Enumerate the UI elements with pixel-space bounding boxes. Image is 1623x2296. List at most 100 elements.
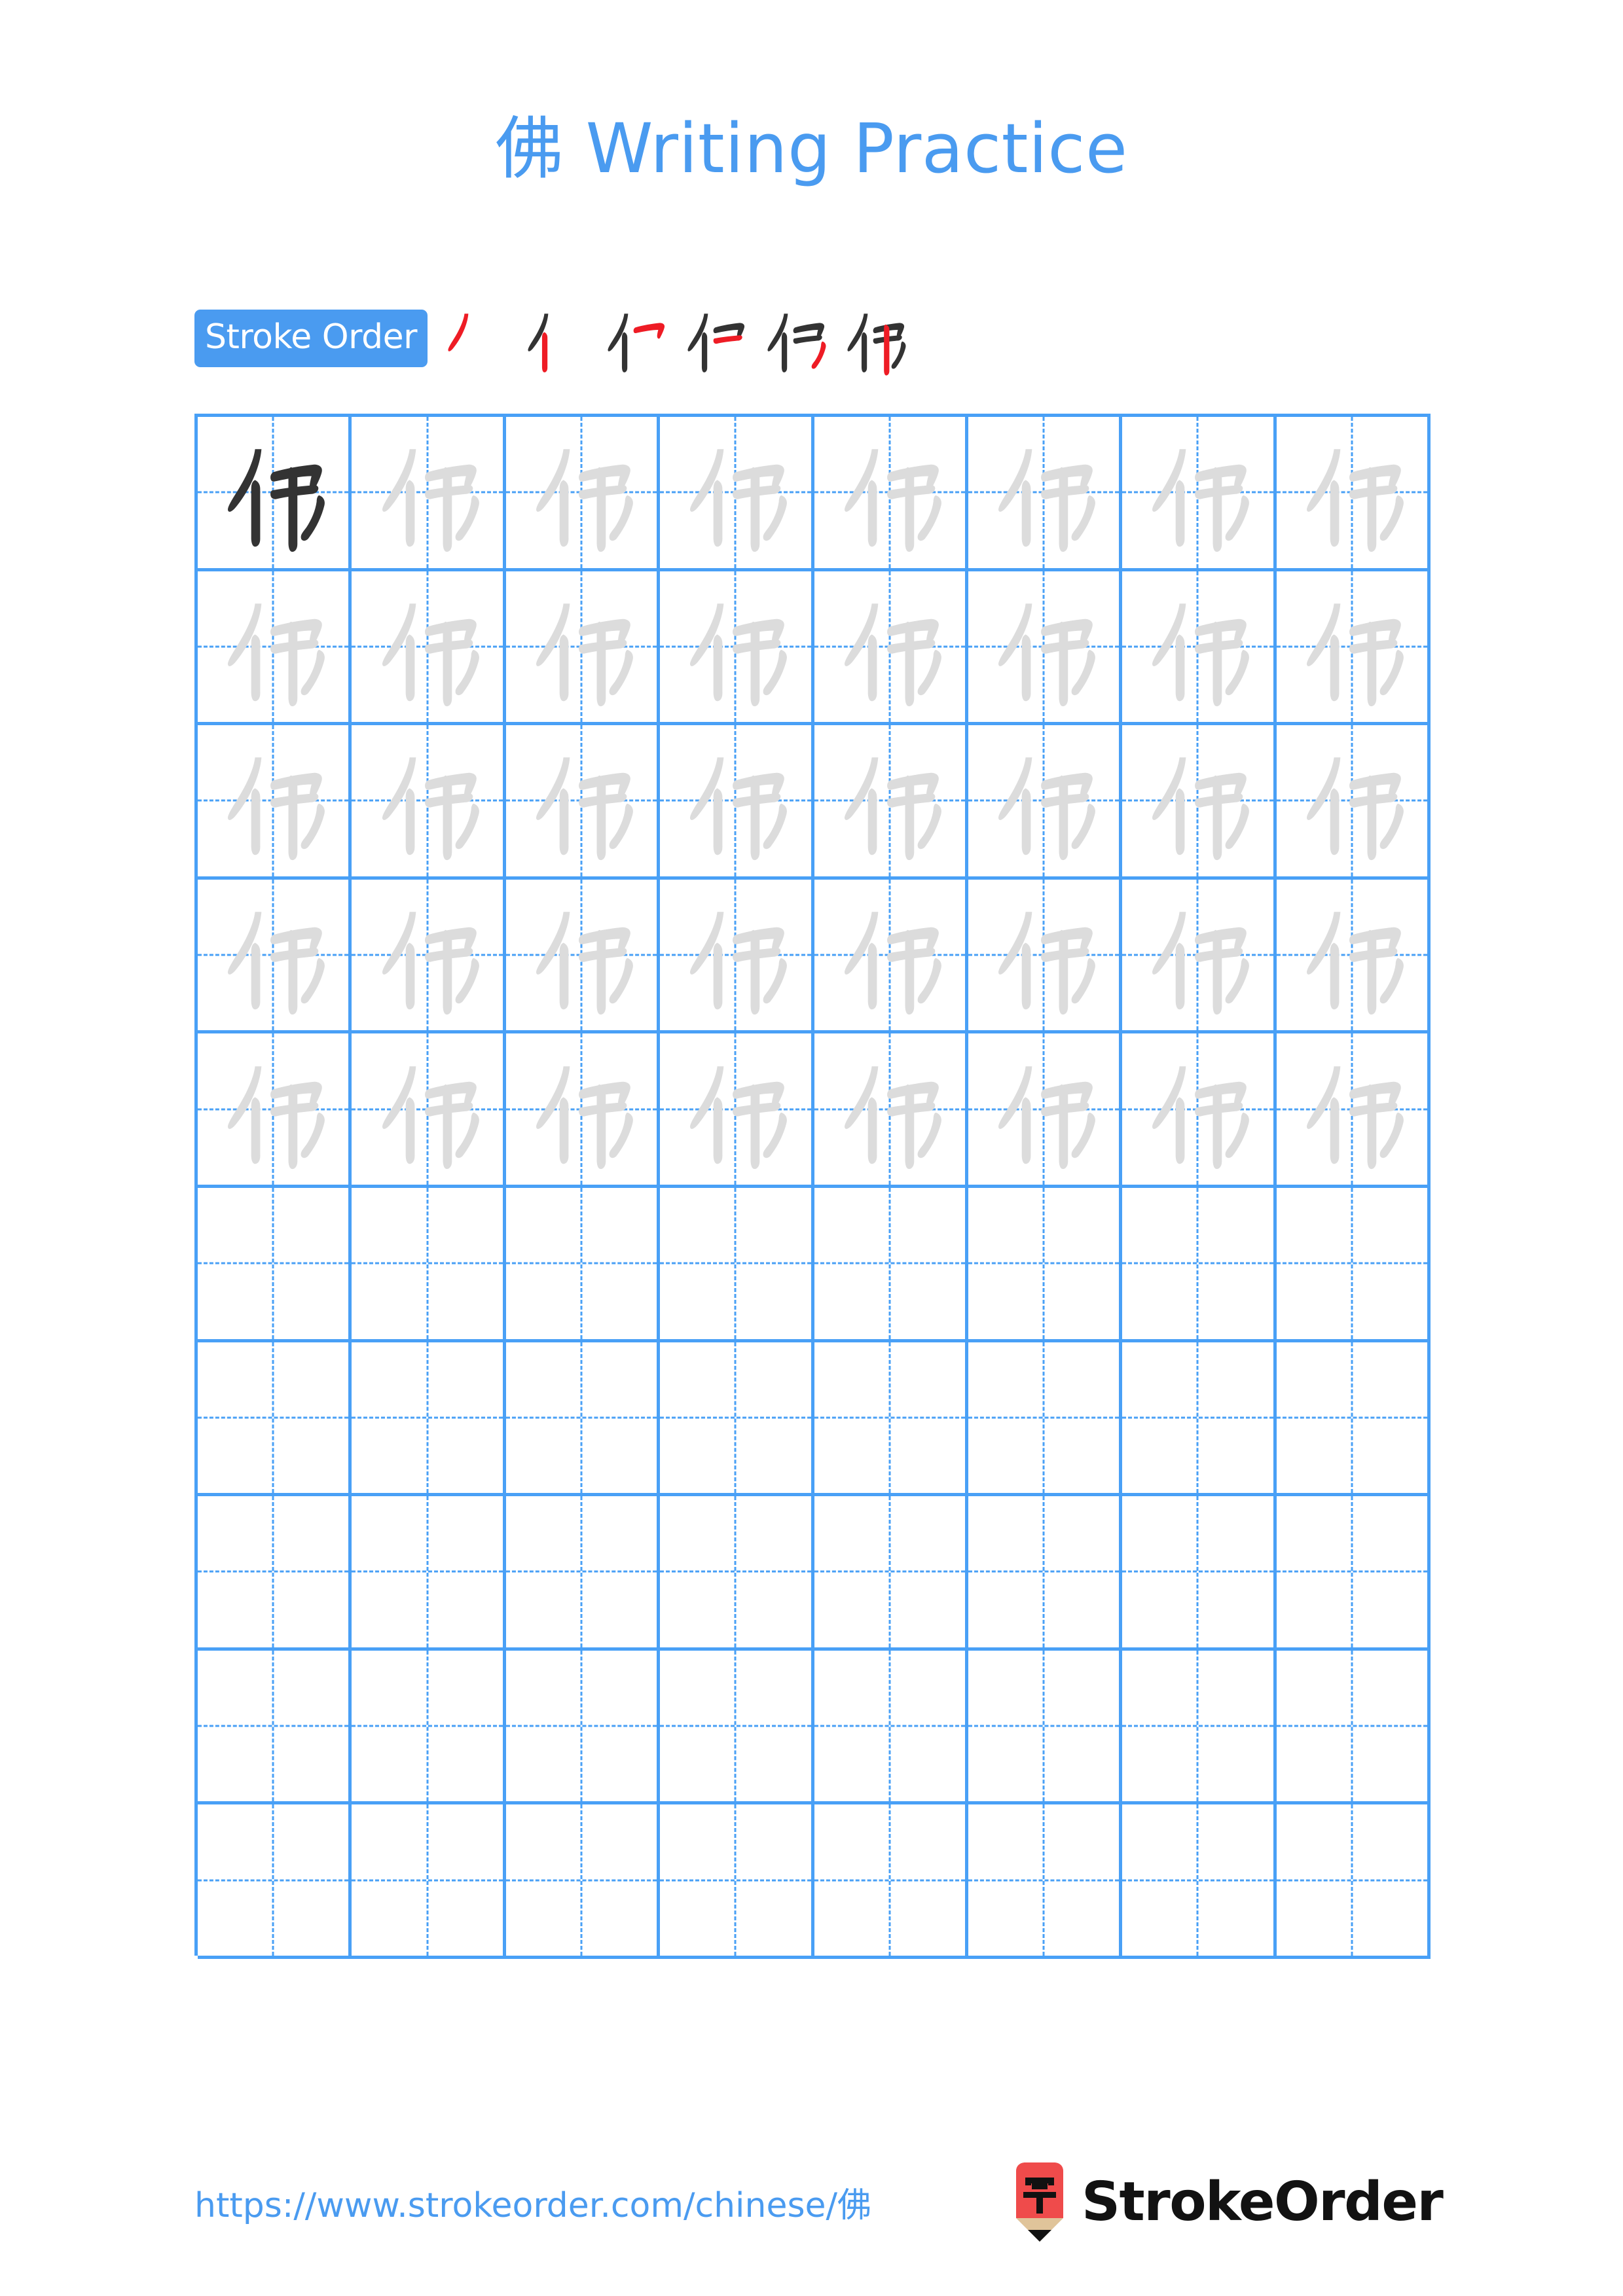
stroke-step-list <box>437 300 916 377</box>
trace-character <box>352 417 502 568</box>
practice-cell-empty[interactable] <box>814 1187 968 1342</box>
practice-cell-empty[interactable] <box>505 1650 661 1805</box>
practice-cell-empty[interactable] <box>1276 1804 1431 1959</box>
practice-cell-empty[interactable] <box>1122 1496 1277 1651</box>
practice-cell-empty[interactable] <box>814 1804 968 1959</box>
practice-cell-model[interactable] <box>198 417 352 571</box>
source-url[interactable]: https://www.strokeorder.com/chinese/佛 <box>194 2178 871 2227</box>
practice-cell-trace[interactable] <box>1122 417 1277 571</box>
practice-cell-empty[interactable] <box>198 1496 352 1651</box>
practice-grid <box>194 414 1431 1959</box>
trace-character <box>352 725 502 876</box>
practice-cell-trace[interactable] <box>352 417 506 571</box>
practice-cell-empty[interactable] <box>1276 1650 1431 1805</box>
practice-cell-trace[interactable] <box>968 571 1123 726</box>
practice-cell-empty[interactable] <box>660 1804 814 1959</box>
practice-cell-empty[interactable] <box>198 1804 352 1959</box>
stroke-order-badge: Stroke Order <box>194 310 428 367</box>
practice-cell-empty[interactable] <box>1122 1342 1277 1497</box>
practice-cell-trace[interactable] <box>814 571 968 726</box>
trace-character <box>968 1033 1119 1185</box>
practice-cell-empty[interactable] <box>198 1342 352 1497</box>
practice-cell-empty[interactable] <box>198 1187 352 1342</box>
trace-character <box>814 1033 965 1185</box>
practice-cell-trace[interactable] <box>352 725 506 880</box>
practice-cell-trace[interactable] <box>1276 725 1431 880</box>
practice-cell-trace[interactable] <box>505 725 661 880</box>
practice-cell-empty[interactable] <box>1122 1804 1277 1959</box>
practice-cell-trace[interactable] <box>968 725 1123 880</box>
practice-cell-empty[interactable] <box>505 1804 661 1959</box>
practice-cell-trace[interactable] <box>1276 1033 1431 1188</box>
practice-cell-trace[interactable] <box>1122 571 1277 726</box>
practice-grid-row <box>198 417 1431 571</box>
practice-cell-empty[interactable] <box>968 1650 1123 1805</box>
stroke-step-5 <box>756 300 833 377</box>
practice-cell-empty[interactable] <box>814 1650 968 1805</box>
trace-character <box>814 725 965 876</box>
practice-cell-trace[interactable] <box>1122 725 1277 880</box>
practice-cell-empty[interactable] <box>660 1496 814 1651</box>
practice-cell-trace[interactable] <box>660 417 814 571</box>
practice-cell-trace[interactable] <box>198 1033 352 1188</box>
practice-cell-trace[interactable] <box>1276 417 1431 571</box>
practice-cell-empty[interactable] <box>968 1187 1123 1342</box>
practice-cell-empty[interactable] <box>352 1804 506 1959</box>
trace-character <box>660 417 811 568</box>
practice-cell-empty[interactable] <box>1122 1187 1277 1342</box>
practice-cell-trace[interactable] <box>660 571 814 726</box>
trace-character <box>506 571 657 723</box>
practice-cell-empty[interactable] <box>505 1342 661 1497</box>
practice-cell-empty[interactable] <box>352 1187 506 1342</box>
practice-cell-trace[interactable] <box>1122 879 1277 1034</box>
stroke-step-1 <box>437 300 514 377</box>
practice-cell-trace[interactable] <box>352 879 506 1034</box>
stroke-order-section: Stroke Order <box>194 300 916 377</box>
stroke-step-6 <box>836 300 913 377</box>
practice-cell-trace[interactable] <box>505 1033 661 1188</box>
practice-cell-empty[interactable] <box>814 1496 968 1651</box>
practice-cell-trace[interactable] <box>814 725 968 880</box>
practice-cell-trace[interactable] <box>660 725 814 880</box>
practice-cell-trace[interactable] <box>1122 1033 1277 1188</box>
practice-cell-empty[interactable] <box>1276 1496 1431 1651</box>
practice-cell-trace[interactable] <box>660 1033 814 1188</box>
practice-cell-trace[interactable] <box>352 1033 506 1188</box>
practice-cell-trace[interactable] <box>198 725 352 880</box>
trace-character <box>506 880 657 1031</box>
practice-cell-empty[interactable] <box>1276 1342 1431 1497</box>
practice-cell-empty[interactable] <box>352 1342 506 1497</box>
practice-cell-empty[interactable] <box>968 1496 1123 1651</box>
practice-cell-empty[interactable] <box>1276 1187 1431 1342</box>
practice-grid-row <box>198 725 1431 880</box>
practice-cell-trace[interactable] <box>814 879 968 1034</box>
practice-cell-trace[interactable] <box>814 1033 968 1188</box>
practice-cell-empty[interactable] <box>968 1342 1123 1497</box>
practice-cell-empty[interactable] <box>505 1187 661 1342</box>
practice-cell-empty[interactable] <box>968 1804 1123 1959</box>
practice-cell-empty[interactable] <box>352 1650 506 1805</box>
practice-cell-empty[interactable] <box>352 1496 506 1651</box>
practice-cell-trace[interactable] <box>1276 571 1431 726</box>
practice-cell-trace[interactable] <box>968 1033 1123 1188</box>
trace-character <box>660 725 811 876</box>
practice-cell-trace[interactable] <box>1276 879 1431 1034</box>
practice-cell-trace[interactable] <box>352 571 506 726</box>
practice-cell-trace[interactable] <box>505 879 661 1034</box>
practice-cell-empty[interactable] <box>814 1342 968 1497</box>
practice-cell-empty[interactable] <box>505 1496 661 1651</box>
practice-cell-trace[interactable] <box>968 879 1123 1034</box>
trace-character <box>1277 571 1427 723</box>
practice-cell-trace[interactable] <box>814 417 968 571</box>
practice-cell-empty[interactable] <box>198 1650 352 1805</box>
practice-cell-trace[interactable] <box>660 879 814 1034</box>
practice-cell-trace[interactable] <box>968 417 1123 571</box>
practice-cell-empty[interactable] <box>660 1187 814 1342</box>
practice-cell-trace[interactable] <box>505 417 661 571</box>
practice-cell-trace[interactable] <box>198 571 352 726</box>
practice-cell-trace[interactable] <box>198 879 352 1034</box>
practice-cell-empty[interactable] <box>660 1650 814 1805</box>
practice-cell-trace[interactable] <box>505 571 661 726</box>
practice-cell-empty[interactable] <box>660 1342 814 1497</box>
practice-cell-empty[interactable] <box>1122 1650 1277 1805</box>
